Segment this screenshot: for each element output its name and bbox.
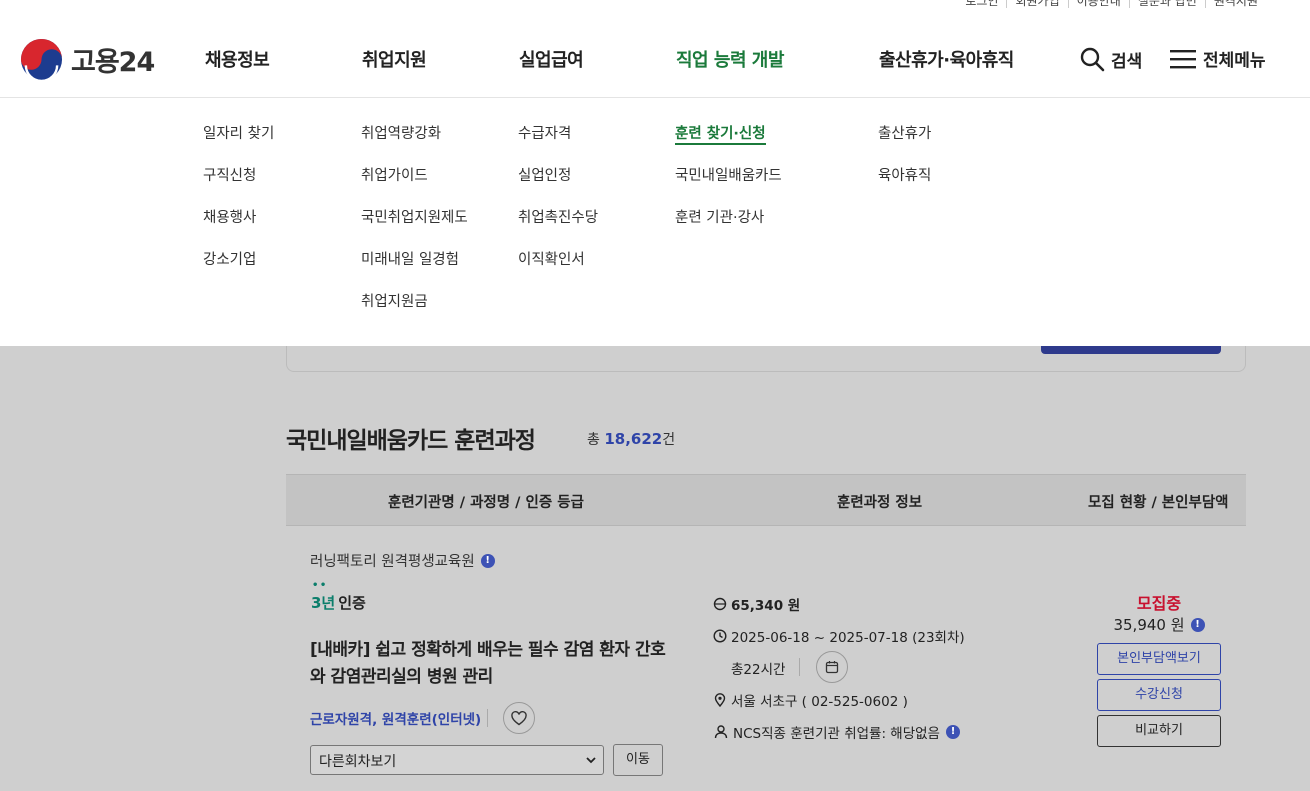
submenu-item[interactable]: 취업지원금	[361, 292, 468, 334]
submenu-col-employment: 취업역량강화 취업가이드 국민취업지원제도 미래내일 일경험 취업지원금	[361, 124, 468, 334]
mega-menu: 일자리 찾기 구직신청 채용행사 강소기업 취업역량강화 취업가이드 국민취업지…	[0, 98, 1310, 346]
submenu-item[interactable]: 국민내일배움카드	[675, 166, 782, 208]
header-institution: 훈련기관명 / 과정명 / 인증 등급	[388, 495, 584, 511]
result-count: 총 18,622건	[587, 429, 675, 449]
submenu-item[interactable]: 취업촉진수당	[518, 208, 598, 250]
location-value: 서울 서초구 ( 02-525-0602 )	[731, 694, 908, 710]
submenu-col-unemployment: 수급자격 실업인정 취업촉진수당 이직확인서	[518, 124, 598, 292]
calendar-icon	[825, 661, 839, 674]
submenu-col-job-skills: 훈련 찾기·신청 국민내일배움카드 훈련 기관·강사	[675, 124, 782, 250]
submenu-item[interactable]: 국민취업지원제도	[361, 208, 468, 250]
heart-icon	[511, 710, 527, 725]
self-pay-amount: 35,940 원 !	[1098, 614, 1220, 635]
count-value: 18,622	[604, 430, 663, 448]
submenu-item[interactable]: 훈련 기관·강사	[675, 208, 782, 250]
certification-badge: 3년 인증	[311, 580, 366, 613]
count-suffix: 건	[662, 432, 676, 448]
move-button[interactable]: 이동	[613, 744, 663, 776]
submenu-item[interactable]: 일자리 찾기	[203, 124, 274, 166]
coin-icon	[713, 597, 727, 611]
employment-value: NCS직종 훈련기관 취업률: 해당없음	[733, 726, 940, 742]
submenu-col-recruit: 일자리 찾기 구직신청 채용행사 강소기업	[203, 124, 274, 292]
hours-value: 총22시간	[731, 662, 786, 678]
period-row: 2025-06-18 ~ 2025-07-18 (23회차)	[713, 626, 965, 646]
submenu-active-label: 훈련 찾기·신청	[675, 126, 766, 145]
gnb-recruit-info[interactable]: 채용정보	[205, 46, 270, 72]
search-label: 검색	[1111, 51, 1143, 72]
price-row: 65,340 원	[713, 594, 800, 614]
site-logo[interactable]: 고용24	[20, 38, 155, 81]
search-icon	[1080, 47, 1105, 72]
submenu-item[interactable]: 육아휴직	[878, 166, 931, 208]
all-menu-label: 전체메뉴	[1203, 51, 1266, 71]
utility-links: 로그인 회원가입 이용안내 질문과 답변 원격지원	[957, 0, 1266, 8]
submenu-item[interactable]: 강소기업	[203, 250, 274, 292]
site-header: 로그인 회원가입 이용안내 질문과 답변 원격지원 고용24 채용정보 취업지원…	[0, 0, 1310, 98]
divider	[487, 709, 488, 727]
course-title[interactable]: [내배카] 쉽고 정확하게 배우는 필수 감염 환자 간호와 감염관리실의 병원…	[310, 637, 670, 691]
period-value: 2025-06-18 ~ 2025-07-18 (23회차)	[731, 630, 965, 646]
chevron-down-icon	[586, 757, 596, 764]
table-header: 훈련기관명 / 과정명 / 인증 등급 훈련과정 정보 모집 현황 / 본인부담…	[286, 474, 1246, 526]
institution-label: 러닝팩토리 원격평생교육원	[310, 554, 475, 570]
login-link[interactable]: 로그인	[957, 0, 1006, 8]
status-badge: 모집중	[1136, 594, 1182, 613]
submenu-item[interactable]: 구직신청	[203, 166, 274, 208]
select-value: 다른회차보기	[319, 754, 397, 770]
submenu-item[interactable]: 채용행사	[203, 208, 274, 250]
submenu-item[interactable]: 이직확인서	[518, 250, 598, 292]
institution-name[interactable]: 러닝팩토리 원격평생교육원 !	[310, 550, 495, 571]
guide-link[interactable]: 이용안내	[1067, 0, 1129, 8]
qna-link[interactable]: 질문과 답변	[1128, 0, 1205, 8]
hours-row: 총22시간	[731, 658, 785, 678]
divider	[799, 658, 800, 676]
submenu-col-maternity: 출산휴가 육아휴직	[878, 124, 931, 208]
course-tags: 근로자원격, 원격훈련(인터넷)	[310, 712, 482, 728]
header-recruit-status: 모집 현황 / 본인부담액	[1088, 495, 1229, 511]
logo-text: 고용24	[71, 47, 155, 78]
submenu-item[interactable]: 실업인정	[518, 166, 598, 208]
employment-row: NCS직종 훈련기관 취업률: 해당없음 !	[713, 722, 960, 742]
gnb-unemployment-benefit[interactable]: 실업급여	[519, 46, 584, 72]
signup-link[interactable]: 회원가입	[1006, 0, 1067, 8]
cert-label: 인증	[338, 594, 366, 612]
submenu-item-training-search[interactable]: 훈련 찾기·신청	[675, 124, 782, 166]
info-icon[interactable]: !	[480, 553, 495, 568]
person-icon	[714, 725, 728, 739]
cert-year: 3년	[311, 580, 335, 613]
remote-support-link[interactable]: 원격지원	[1204, 0, 1266, 8]
submenu-item[interactable]: 수급자격	[518, 124, 598, 166]
search-button[interactable]: 검색	[1079, 46, 1142, 72]
gnb-employment-support[interactable]: 취업지원	[362, 46, 427, 72]
price-value: 65,340 원	[731, 598, 801, 614]
submenu-item[interactable]: 취업가이드	[361, 166, 468, 208]
submenu-item[interactable]: 출산휴가	[878, 124, 931, 166]
clock-icon	[713, 629, 727, 643]
location-pin-icon	[714, 693, 726, 707]
other-round-select[interactable]: 다른회차보기	[310, 745, 604, 775]
enroll-button[interactable]: 수강신청	[1097, 679, 1221, 711]
header-course-info: 훈련과정 정보	[837, 495, 923, 511]
self-pay-value: 35,940 원	[1113, 616, 1185, 634]
info-icon[interactable]: !	[1190, 617, 1205, 632]
submenu-item[interactable]: 미래내일 일경험	[361, 250, 468, 292]
count-prefix: 총	[587, 432, 600, 448]
list-title: 국민내일배움카드 훈련과정	[286, 428, 536, 454]
info-icon[interactable]: !	[945, 725, 960, 739]
location-row: 서울 서초구 ( 02-525-0602 )	[713, 690, 908, 710]
taegeuk-emblem-icon	[20, 38, 63, 81]
all-menu-button[interactable]: 전체메뉴	[1169, 46, 1266, 71]
submenu-item[interactable]: 취업역량강화	[361, 124, 468, 166]
hamburger-icon	[1170, 49, 1196, 68]
self-pay-view-button[interactable]: 본인부담액보기	[1097, 643, 1221, 675]
gnb-job-skills[interactable]: 직업 능력 개발	[676, 46, 784, 72]
calendar-button[interactable]	[816, 651, 848, 683]
favorite-button[interactable]	[503, 702, 535, 734]
compare-button[interactable]: 비교하기	[1097, 715, 1221, 747]
gnb-maternity-leave[interactable]: 출산휴가·육아휴직	[879, 46, 1014, 72]
